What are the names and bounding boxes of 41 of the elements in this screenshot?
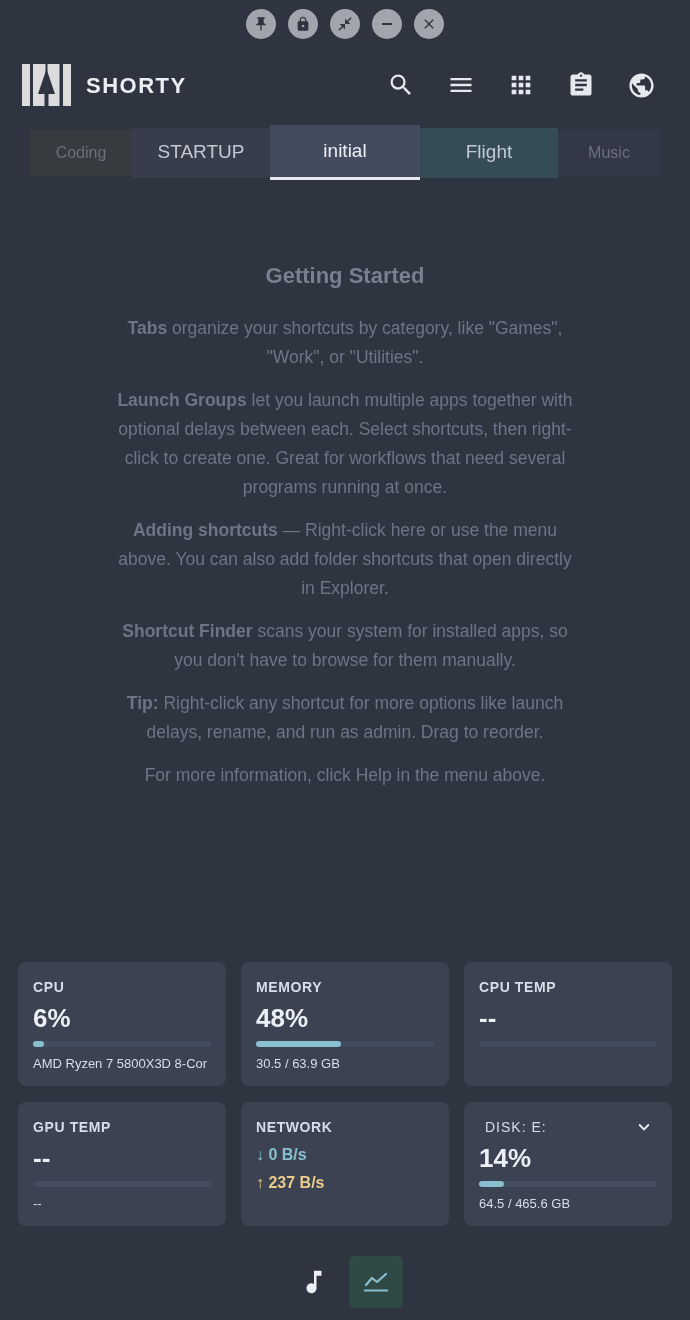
chart-view-button[interactable] — [349, 1256, 403, 1308]
download-rate: ↓ 0 B/s — [256, 1145, 308, 1165]
lock-button[interactable] — [288, 9, 318, 39]
upload-rate: ↑ 237 B/s — [256, 1173, 326, 1193]
help-paragraph: Shortcut Finder scans your system for installed apps, so you don't have to browse for them manually. — [121, 620, 569, 672]
tab[interactable]: Flight — [420, 127, 558, 178]
pin-icon — [253, 16, 269, 32]
help-paragraph: Adding shortcuts — Right-click here or use the menu above. You can also add folder shortcuts that open directly in Explorer. — [117, 519, 573, 600]
line-chart-icon — [364, 1272, 388, 1292]
minimize-button[interactable] — [372, 9, 402, 39]
help-paragraph: Tabs organize your shortcuts by category, like "Games", "Work", or "Utilities". — [126, 317, 564, 369]
lock-icon — [295, 16, 311, 32]
tab[interactable]: STARTUP — [132, 127, 270, 178]
collapse-icon — [337, 16, 353, 32]
help-paragraph: Tip: Right-click any shortcut for more options like launch delays, rename, and run as admin. Drag to reorder. — [125, 692, 565, 744]
stat-value: -- — [479, 1002, 498, 1034]
logo-icon — [22, 64, 71, 106]
help-paragraph: Launch Groups let you launch multiple apps together with optional delays between each. Select shortcuts, then right-click to create one. Great for workflows that need several programs running at once. — [116, 389, 574, 499]
app-title: SHORTY — [86, 71, 187, 100]
stat-value: 6% — [33, 1002, 72, 1034]
pin-button[interactable] — [246, 9, 276, 39]
stat-detail: 64.5 / 465.6 GB — [479, 1195, 572, 1213]
stat-value: 48% — [256, 1002, 310, 1034]
collapse-button[interactable] — [330, 9, 360, 39]
globe-icon — [626, 70, 656, 100]
help-paragraph: For more information, click Help in the menu above. — [144, 764, 546, 787]
stat-detail: -- — [33, 1195, 43, 1213]
stat-label: CPU — [33, 978, 66, 997]
tab[interactable]: initial — [270, 125, 420, 180]
section-heading: Getting Started — [265, 262, 425, 290]
disk-select[interactable]: DISK: E: — [479, 1117, 657, 1137]
stat-label: GPU TEMP — [33, 1118, 112, 1137]
stat-label: CPU TEMP — [479, 978, 558, 997]
close-button[interactable] — [414, 9, 444, 39]
minimize-icon — [382, 23, 392, 25]
stat-detail: AMD Ryzen 7 5800X3D 8-Cor — [33, 1055, 209, 1073]
stat-value: 14% — [479, 1142, 533, 1174]
stat-detail: 30.5 / 63.9 GB — [256, 1055, 341, 1073]
stat-label: MEMORY — [256, 978, 324, 997]
stat-value: -- — [33, 1142, 52, 1174]
stat-label: NETWORK — [256, 1118, 334, 1137]
